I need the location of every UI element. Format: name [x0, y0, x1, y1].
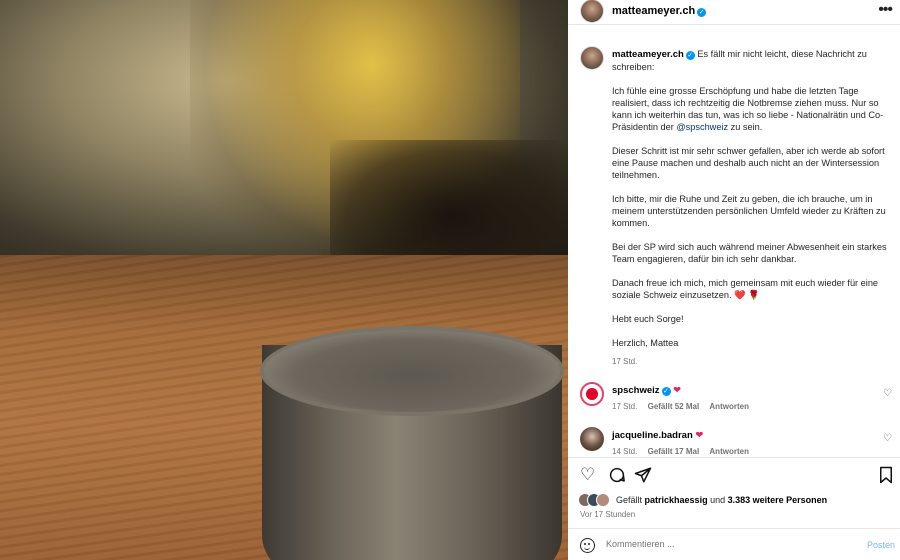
comment-meta: 14 Std. Gefällt 17 Mal Antworten	[612, 447, 757, 456]
caption-text: matteameyer.ch ✓ Es fällt mir nicht leich…	[612, 48, 897, 361]
caption-timestamp: 17 Std.	[612, 357, 638, 366]
likes-count[interactable]: 3.383 weitere Personen	[728, 495, 828, 505]
caption-paragraph: Danach freue ich mich, mich gemeinsam mi…	[612, 278, 879, 300]
verified-badge-icon: ✓	[685, 51, 695, 60]
commenter-avatar[interactable]	[580, 427, 604, 451]
caption-paragraph: Ich fühle eine grosse Erschöpfung und ha…	[612, 86, 884, 132]
liker-avatars[interactable]	[578, 493, 614, 507]
caption-paragraph: Ich bitte, mir die Ruhe und Zeit zu gebe…	[612, 194, 886, 228]
more-horizontal-icon[interactable]: •••	[878, 1, 893, 19]
comment-item: spschweiz ✓ ❤ 17 Std. Gefällt 52 Mal Antw…	[568, 382, 900, 422]
caption-username[interactable]: matteameyer.ch	[612, 49, 684, 60]
commenter-username[interactable]: jacqueline.badran ❤	[612, 430, 703, 441]
post-side-panel: matteameyer.ch ✓ ••• matteameyer.ch ✓ Es f…	[568, 0, 900, 560]
bookmark-icon[interactable]	[878, 466, 894, 488]
share-send-icon[interactable]	[634, 466, 652, 488]
comment-time: 14 Std.	[612, 447, 638, 456]
comment-like-heart-icon[interactable]: ♡	[883, 388, 892, 399]
caption-paragraph: Hebt euch Sorge!	[612, 314, 684, 324]
post-header: matteameyer.ch ✓ •••	[568, 0, 900, 25]
comment-likes[interactable]: Gefällt 52 Mal	[648, 402, 700, 411]
reply-button[interactable]: Antworten	[709, 447, 749, 456]
emoji-smiley-icon[interactable]	[580, 538, 595, 553]
post-comment-button[interactable]: Posten	[867, 540, 895, 550]
author-avatar[interactable]	[580, 0, 604, 23]
comment-likes[interactable]: Gefällt 17 Mal	[648, 447, 700, 456]
post-actions-bar: ♡	[568, 457, 900, 493]
post-photo[interactable]	[0, 0, 568, 560]
commenter-username[interactable]: spschweiz ✓ ❤	[612, 385, 681, 396]
comment-meta: 17 Std. Gefällt 52 Mal Antworten	[612, 402, 757, 411]
heart-rose-emoji: ❤️ 🌹	[734, 290, 760, 300]
caption-paragraph: Dieser Schritt ist mir sehr schwer gefal…	[612, 146, 885, 180]
caption-paragraph: Bei der SP wird sich auch während meiner…	[612, 242, 887, 264]
verified-badge-icon: ✓	[697, 8, 707, 17]
comment-bubble-icon[interactable]	[608, 466, 626, 488]
comment-text: ❤	[673, 385, 682, 396]
author-username[interactable]: matteameyer.ch ✓	[612, 5, 707, 17]
comment-time: 17 Std.	[612, 402, 638, 411]
mention-link[interactable]: @spschweiz	[676, 122, 728, 132]
comment-text: ❤	[695, 430, 704, 441]
comment-input[interactable]	[606, 539, 846, 549]
reply-button[interactable]: Antworten	[709, 402, 749, 411]
add-comment-bar: Posten	[568, 528, 900, 560]
likes-text: Gefällt patrickhaessig und 3.383 weitere…	[616, 495, 828, 505]
caption-paragraph: Herzlich, Mattea	[612, 338, 679, 348]
verified-badge-icon: ✓	[661, 387, 671, 396]
photo-cup-rim	[260, 326, 564, 416]
post-age: Vor 17 Stunden	[580, 510, 636, 519]
comment-like-heart-icon[interactable]: ♡	[883, 433, 892, 444]
caption-avatar[interactable]	[580, 46, 604, 70]
liker-username[interactable]: patrickhaessig	[645, 495, 708, 505]
like-heart-icon[interactable]: ♡	[580, 466, 595, 484]
commenter-avatar[interactable]	[580, 382, 604, 406]
